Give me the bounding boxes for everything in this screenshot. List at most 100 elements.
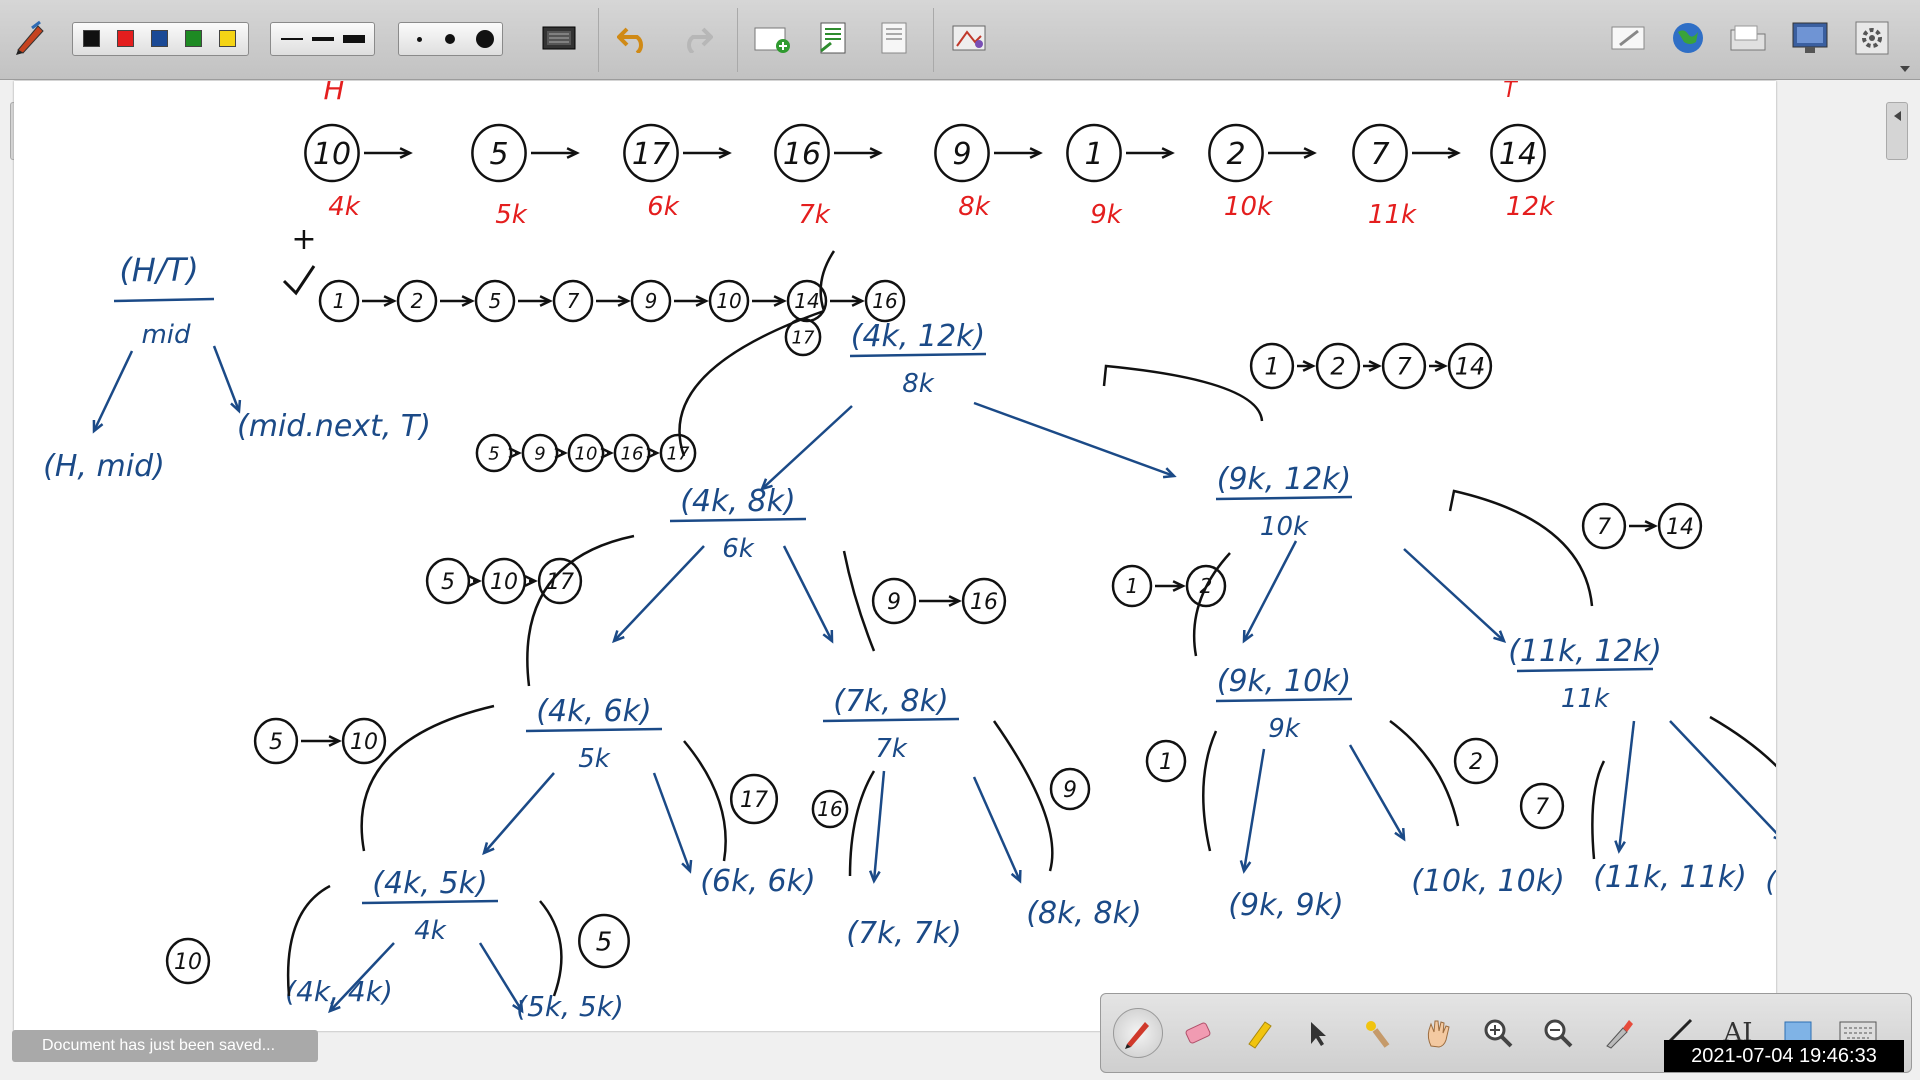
merged-d-node-0-label: 5 [269, 730, 283, 755]
color-yellow-swatch[interactable] [219, 30, 236, 47]
page-next-icon[interactable] [874, 18, 914, 58]
single-16-label: 16 [817, 797, 842, 821]
sorted-chain-node-3-label: 7 [567, 289, 580, 313]
merged-a-node-2-label: 10 [575, 443, 598, 464]
dot-medium-button[interactable] [445, 34, 455, 44]
line-thin-button[interactable] [281, 38, 303, 40]
list-address-5: 9k [1090, 200, 1123, 230]
merged-e-node-3-label: 14 [1455, 353, 1486, 381]
merged-e-node-1-label: 2 [1330, 353, 1345, 381]
tree-rrr: (12k, 12k) [1765, 865, 1776, 898]
line-medium-button[interactable] [312, 37, 334, 41]
background-icon[interactable] [950, 18, 990, 58]
tree-rl-mid: 9k [1268, 714, 1301, 744]
single-7-label: 7 [1535, 795, 1549, 820]
edit-note-icon[interactable] [1608, 18, 1648, 58]
color-green-swatch[interactable] [185, 30, 202, 47]
whiteboard-canvas[interactable]: 10 4k 5 5k 17 6k 16 7k 9 8k 1 9k 2 10k 7 11k 14 12k H T 1 2 5 7… [14, 81, 1776, 1031]
merged-b-node-0-label: 5 [441, 570, 455, 595]
tree-root-bar [849, 352, 987, 358]
list-node-6-label: 2 [1226, 137, 1245, 172]
select-arrow-icon[interactable] [1293, 1008, 1343, 1058]
tree-rr-bar [1516, 667, 1654, 673]
legend-mid: mid [141, 320, 191, 350]
merged-c-node-0-label: 9 [887, 590, 901, 615]
undo-icon[interactable] [614, 18, 654, 58]
list-node-0-label: 10 [313, 137, 351, 172]
highlighter-icon[interactable] [1233, 1008, 1283, 1058]
laser-pointer-icon[interactable] [1353, 1008, 1403, 1058]
head-marker: H [323, 81, 344, 106]
tree-rll: (9k, 9k) [1228, 888, 1343, 923]
redo-icon[interactable] [676, 18, 716, 58]
edge-l-ll-shaft [613, 545, 705, 642]
zoom-out-icon[interactable] [1533, 1008, 1583, 1058]
legend-right: (mid.next, T) [237, 409, 431, 444]
right-panel-toggle[interactable] [1886, 102, 1908, 160]
return-lrl-lr [848, 770, 876, 877]
tree-ll-range: (4k, 6k) [536, 694, 651, 729]
new-page-icon[interactable] [752, 18, 792, 58]
return-rlr-rl [1389, 719, 1460, 827]
pen-icon[interactable] [1113, 1008, 1163, 1058]
pan-hand-icon[interactable] [1413, 1008, 1463, 1058]
pen-menu-icon[interactable] [10, 18, 50, 58]
sorted-chain-node-7-label: 16 [872, 289, 897, 313]
return-rll-rl [1202, 730, 1218, 852]
display-icon[interactable] [1790, 18, 1830, 58]
list-address-3: 7k [798, 200, 831, 230]
sorted-chain-node-2-label: 5 [489, 289, 502, 313]
tree-lr-bar [822, 717, 960, 723]
edge-root-l-shaft [761, 405, 853, 490]
tree-rr-mid: 11k [1561, 684, 1610, 714]
dot-small-button[interactable] [417, 37, 422, 42]
zoom-in-icon[interactable] [1473, 1008, 1523, 1058]
list-address-0: 4k [328, 192, 361, 222]
toolbar-overflow-icon[interactable] [1900, 66, 1910, 72]
merged-a-node-0-label: 5 [488, 443, 499, 464]
line-width-group [270, 22, 375, 56]
sorted-chain-node-1-label: 2 [411, 289, 424, 313]
tree-l-bar [669, 517, 807, 523]
list-node-5-label: 1 [1084, 137, 1103, 172]
dot-size-group [398, 22, 503, 56]
legend-left: (H, mid) [43, 449, 165, 484]
list-node-8-label: 14 [1499, 137, 1537, 172]
page-previous-icon[interactable] [813, 18, 853, 58]
list-address-6: 10k [1224, 192, 1273, 222]
web-browser-icon[interactable] [1668, 18, 1708, 58]
tree-lr-mid: 7k [875, 734, 908, 764]
color-red-swatch[interactable] [117, 30, 134, 47]
return-llr-ll [683, 740, 727, 862]
line-thick-button[interactable] [343, 35, 365, 43]
color-picker-icon[interactable] [1593, 1008, 1643, 1058]
sorted-chain-node-6-label: 14 [794, 289, 819, 313]
merged-a-node-1-label: 9 [534, 443, 545, 464]
color-blue-swatch[interactable] [151, 30, 168, 47]
edge-root-r-shaft [973, 401, 1175, 478]
list-node-4-label: 9 [952, 137, 971, 172]
tree-root-mid: 8k [902, 369, 935, 399]
edge-rr-rrr-shaft [1669, 720, 1776, 835]
open-folder-icon[interactable] [1728, 18, 1768, 58]
tree-l-mid: 6k [722, 534, 755, 564]
legend-right-arrow-shaft [212, 345, 241, 412]
eraser-icon[interactable] [1173, 1008, 1223, 1058]
list-node-2-label: 17 [632, 137, 670, 172]
tree-ll-mid: 5k [578, 744, 611, 774]
edge-lr-lrr-shaft [972, 776, 1022, 882]
tree-lrl: (7k, 7k) [846, 916, 961, 951]
tree-rrl: (11k, 11k) [1593, 860, 1747, 895]
settings-icon[interactable] [1852, 18, 1892, 58]
merged-f-node-0-label: 1 [1126, 574, 1139, 598]
screen-capture-icon[interactable] [539, 18, 579, 58]
tree-r-range: (9k, 12k) [1217, 462, 1352, 497]
return-rrl-rr [1591, 760, 1606, 860]
edge-ll-llr-shaft [652, 772, 692, 872]
edge-rl-rlr-shaft [1348, 744, 1406, 840]
color-black-swatch[interactable] [83, 30, 100, 47]
single-10-label: 10 [174, 950, 202, 975]
return-leafb-lll [539, 900, 563, 997]
dot-large-button[interactable] [476, 30, 494, 48]
single-2-label: 2 [1469, 750, 1483, 775]
